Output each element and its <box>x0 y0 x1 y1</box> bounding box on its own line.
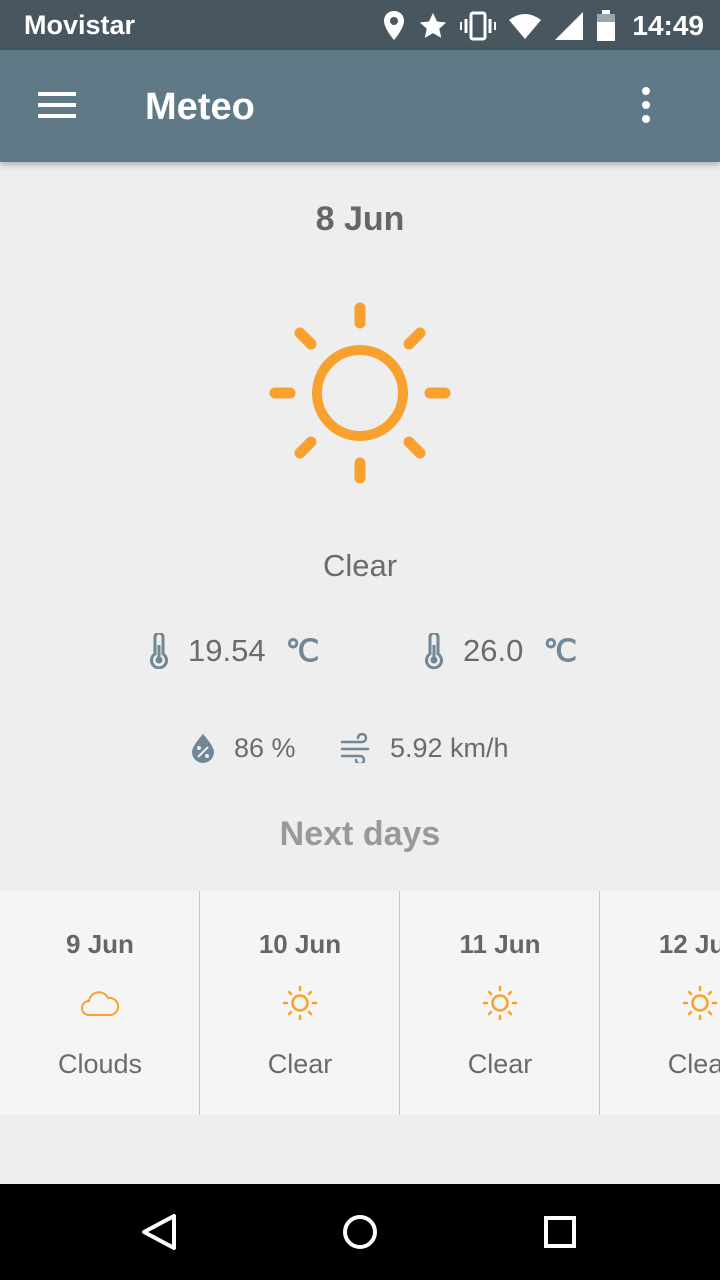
signal-icon <box>555 12 584 40</box>
thermometer-icon <box>150 633 168 669</box>
location-icon <box>384 11 405 40</box>
wifi-icon <box>509 14 542 39</box>
app-title: Meteo <box>145 86 255 128</box>
forecast-day-card[interactable]: 11 Jun Clear <box>400 891 600 1115</box>
forecast-day-card[interactable]: 9 Jun Clouds <box>0 891 200 1115</box>
back-icon <box>142 1214 176 1250</box>
current-condition: Clear <box>322 548 398 583</box>
cloud-icon <box>81 991 120 1016</box>
forecast-date: 11 Jun <box>459 929 541 959</box>
app-bar: Meteo <box>0 50 720 162</box>
forecast-list[interactable]: 9 Jun Clouds 10 Jun Clear 11 Jun Clear 1… <box>0 891 720 1115</box>
menu-button[interactable] <box>24 82 88 130</box>
wind-icon <box>340 733 370 763</box>
forecast-day-card[interactable]: 10 Jun Clear <box>200 891 400 1115</box>
sun-icon <box>269 302 451 484</box>
humidity: 86 % <box>190 726 296 770</box>
sun-icon <box>282 985 318 1021</box>
star-icon <box>420 12 447 38</box>
current-date: 8 Jun <box>315 200 405 238</box>
max-temperature-value: 26.0 <box>463 633 524 668</box>
forecast-date: 9 Jun <box>66 929 134 959</box>
more-vert-icon <box>642 87 650 123</box>
thermometer-icon <box>425 633 443 669</box>
temperature-unit: ℃ <box>543 634 578 668</box>
forecast-condition: Clouds <box>57 1049 143 1079</box>
carrier-name: Movistar <box>24 10 136 40</box>
temperature-unit: ℃ <box>285 634 320 668</box>
sun-icon <box>482 985 518 1021</box>
sun-icon <box>682 985 718 1021</box>
recents-button[interactable] <box>536 1208 584 1256</box>
max-temperature: 26.0 ℃ <box>423 628 577 674</box>
min-temperature: 19.54 ℃ <box>148 628 319 674</box>
forecast-condition: Clear <box>467 1049 533 1079</box>
battery-icon <box>597 10 616 41</box>
next-days-title: Next days <box>279 815 441 853</box>
min-temperature-value: 19.54 <box>188 633 266 668</box>
status-icons: 14:49 <box>382 8 704 44</box>
forecast-condition: Clear <box>267 1049 333 1079</box>
vibrate-icon <box>460 11 497 41</box>
wind: 5.92 km/h <box>340 726 509 770</box>
back-button[interactable] <box>136 1208 184 1256</box>
recents-icon <box>544 1216 576 1248</box>
clock: 14:49 <box>632 10 704 41</box>
navigation-bar <box>0 1184 720 1280</box>
forecast-date: 12 Jun <box>658 929 720 959</box>
forecast-condition: Clear <box>667 1049 720 1079</box>
status-bar: Movistar 14:49 <box>0 0 720 50</box>
hamburger-menu-icon <box>38 92 76 118</box>
home-icon <box>343 1215 377 1249</box>
humidity-drop-icon <box>192 734 214 763</box>
overflow-menu-button[interactable] <box>624 84 668 128</box>
humidity-value: 86 % <box>234 732 296 763</box>
wind-value: 5.92 km/h <box>390 732 509 763</box>
forecast-day-card[interactable]: 12 Jun Clear <box>600 891 720 1115</box>
forecast-date: 10 Jun <box>258 929 342 959</box>
home-button[interactable] <box>336 1208 384 1256</box>
